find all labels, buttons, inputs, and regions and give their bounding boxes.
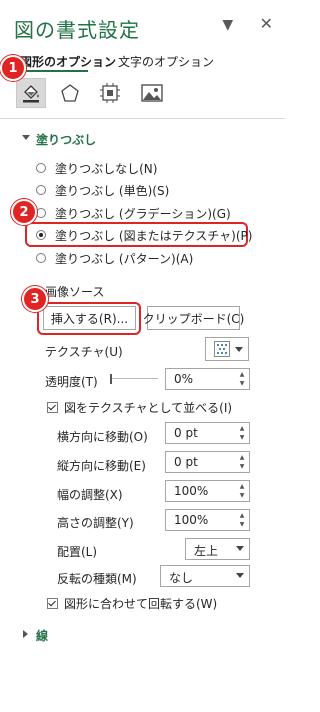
spin-up-icon[interactable]: ▲ [238, 512, 246, 520]
checkbox-checked [47, 598, 58, 609]
offset-x-spinner[interactable]: 0 pt ▲ ▼ [165, 422, 250, 444]
fill-gradient-label: 塗りつぶし (グラデーション)(G) [55, 206, 231, 221]
size-properties-tab-button[interactable] [95, 78, 125, 108]
chevron-down-icon [236, 546, 244, 551]
fill-gradient-radio[interactable]: 塗りつぶし (グラデーション)(G) [36, 204, 231, 222]
mirror-type-label: 反転の種類(M) [57, 572, 137, 586]
transparency-slider[interactable] [110, 372, 158, 384]
spin-up-icon[interactable]: ▲ [238, 425, 246, 433]
slider-thumb[interactable] [110, 374, 112, 384]
expand-arrow-icon[interactable] [23, 630, 28, 638]
scale-y-spinner[interactable]: 100% ▲ ▼ [165, 509, 250, 531]
fill-pattern-label: 塗りつぶし (パターン)(A) [55, 251, 194, 266]
effects-tab-button[interactable] [55, 78, 85, 108]
fill-none-radio[interactable]: 塗りつぶしなし(N) [36, 159, 157, 177]
rotate-with-shape-checkbox[interactable]: 図形に合わせて回転する(W) [47, 595, 217, 612]
spin-up-icon[interactable]: ▲ [238, 371, 246, 379]
fill-line-tab-button[interactable] [16, 78, 46, 108]
radio-indicator [36, 208, 46, 218]
image-source-label: 画像ソース [45, 285, 105, 299]
offset-x-value: 0 pt [174, 426, 198, 440]
tab-text-options[interactable]: 文字のオプション [118, 53, 214, 70]
checkbox-checked [47, 402, 58, 413]
chevron-down-icon [235, 347, 243, 352]
fill-picture-label: 塗りつぶし (図またはテクスチャ)(P) [55, 228, 253, 243]
scale-x-spinner[interactable]: 100% ▲ ▼ [165, 480, 250, 502]
texture-label: テクスチャ(U) [45, 345, 123, 359]
pane-options-dropdown-icon[interactable]: ▼ [222, 17, 233, 33]
step-marker-2: 2 [11, 199, 37, 225]
pentagon-icon [61, 84, 79, 102]
transparency-spinner[interactable]: 0% ▲ ▼ [165, 368, 250, 390]
chevron-down-icon [236, 573, 244, 578]
fill-solid-radio[interactable]: 塗りつぶし (単色)(S) [36, 181, 169, 199]
close-icon[interactable]: ✕ [260, 14, 273, 33]
spin-down-icon[interactable]: ▼ [238, 521, 246, 529]
transparency-value: 0% [174, 372, 194, 386]
insert-picture-button[interactable]: 挿入する(R)... [43, 306, 136, 330]
toolbar-divider [0, 118, 285, 119]
fill-solid-label: 塗りつぶし (単色)(S) [55, 183, 170, 198]
scale-y-label: 高さの調整(Y) [57, 516, 134, 530]
texture-swatch-icon [214, 341, 230, 357]
alignment-label: 配置(L) [57, 545, 98, 559]
radio-indicator-selected [36, 230, 46, 240]
tile-as-texture-label: 図をテクスチャとして並べる(I) [64, 401, 233, 415]
mirror-type-dropdown[interactable]: なし [160, 565, 250, 587]
spin-up-icon[interactable]: ▲ [238, 483, 246, 491]
rotate-with-shape-label: 図形に合わせて回転する(W) [64, 597, 218, 611]
transparency-label: 透明度(T) [45, 375, 98, 389]
pane-controls: ▼ ✕ [222, 14, 273, 33]
tab-active-underline [20, 70, 88, 72]
offset-y-spinner[interactable]: 0 pt ▲ ▼ [165, 451, 250, 473]
fill-section-header[interactable]: 塗りつぶし [36, 131, 96, 148]
spin-up-icon[interactable]: ▲ [238, 454, 246, 462]
fill-pattern-radio[interactable]: 塗りつぶし (パターン)(A) [36, 249, 193, 267]
spin-down-icon[interactable]: ▼ [238, 463, 246, 471]
fill-picture-radio[interactable]: 塗りつぶし (図またはテクスチャ)(P) [36, 226, 252, 244]
size-properties-icon [100, 83, 120, 103]
spin-down-icon[interactable]: ▼ [238, 434, 246, 442]
clipboard-button[interactable]: クリップボード(C) [143, 306, 244, 330]
alignment-dropdown[interactable]: 左上 [185, 538, 250, 560]
fill-none-label: 塗りつぶしなし(N) [55, 161, 158, 176]
line-section-header[interactable]: 線 [36, 627, 48, 644]
picture-icon [141, 84, 163, 102]
slider-track [112, 378, 158, 379]
pane-title: 図の書式設定 [14, 18, 140, 42]
radio-indicator [36, 163, 46, 173]
step-marker-3: 3 [22, 286, 48, 312]
offset-x-label: 横方向に移動(O) [57, 430, 148, 444]
tab-shape-options[interactable]: 図形のオプション [20, 53, 116, 70]
mirror-type-value: なし [169, 571, 194, 585]
alignment-value: 左上 [194, 544, 219, 558]
scale-x-value: 100% [174, 484, 209, 498]
paint-bucket-icon [23, 85, 39, 103]
radio-indicator [36, 185, 46, 195]
radio-indicator [36, 253, 46, 263]
step-marker-1: 1 [0, 55, 26, 81]
picture-tab-button[interactable] [137, 78, 167, 108]
scale-y-value: 100% [174, 513, 209, 527]
collapse-arrow-icon[interactable] [22, 135, 30, 140]
spin-down-icon[interactable]: ▼ [238, 380, 246, 388]
offset-y-value: 0 pt [174, 455, 198, 469]
spin-down-icon[interactable]: ▼ [238, 492, 246, 500]
offset-y-label: 縦方向に移動(E) [57, 459, 146, 473]
texture-picker[interactable] [205, 337, 249, 361]
scale-x-label: 幅の調整(X) [57, 488, 123, 502]
tile-as-texture-checkbox[interactable]: 図をテクスチャとして並べる(I) [47, 399, 232, 416]
